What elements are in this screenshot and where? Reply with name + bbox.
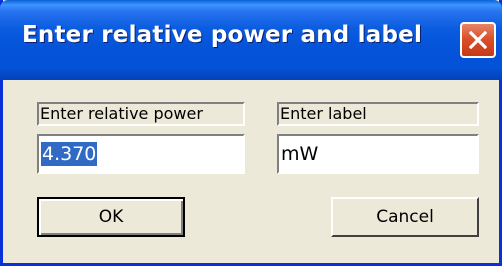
window-title: Enter relative power and label [22, 22, 423, 48]
dialog-window: Enter relative power and label Enter rel… [0, 0, 502, 266]
title-bar[interactable]: Enter relative power and label [0, 0, 502, 80]
close-icon [469, 31, 487, 49]
cancel-button[interactable]: Cancel [331, 197, 479, 237]
label-field-label: Enter label [277, 102, 479, 126]
close-button[interactable] [460, 22, 496, 58]
ok-button[interactable]: OK [37, 197, 185, 237]
label-input[interactable] [277, 134, 479, 174]
relative-power-input[interactable] [37, 134, 245, 174]
relative-power-label: Enter relative power [37, 102, 245, 126]
